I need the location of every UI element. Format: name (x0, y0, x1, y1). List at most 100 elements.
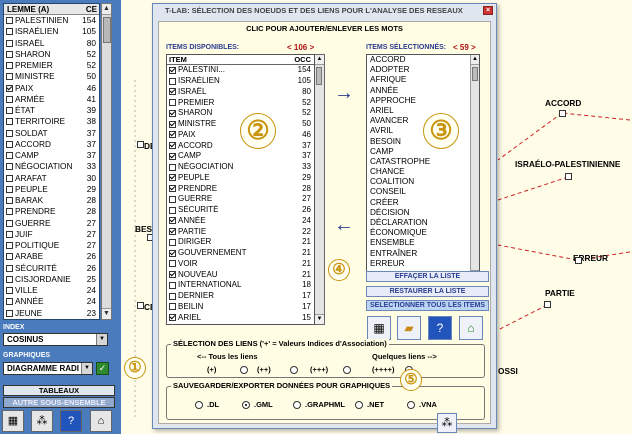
selected-scrollbar[interactable]: ▲ ▼ (470, 55, 479, 280)
item-checkbox[interactable] (169, 77, 176, 85)
selected-item[interactable]: ENSEMBLE (367, 238, 479, 248)
item-row[interactable]: DIRIGER 21 (167, 237, 314, 248)
item-checkbox[interactable] (169, 271, 176, 279)
export-option-radio[interactable] (242, 401, 250, 409)
item-row[interactable]: ARIEL 15 (167, 312, 314, 323)
selected-item[interactable]: COALITION (367, 177, 479, 187)
link-option-radio[interactable] (343, 366, 351, 374)
node-accord[interactable] (559, 110, 566, 117)
item-row[interactable]: ACCORD 37 (167, 140, 314, 151)
item-row[interactable]: ANNÉE 24 (167, 216, 314, 227)
item-checkbox[interactable] (169, 249, 176, 257)
export-option-radio[interactable] (293, 401, 301, 409)
selected-item[interactable]: ENTRAÎNER (367, 249, 479, 259)
item-row[interactable]: CAMP 37 (167, 151, 314, 162)
item-checkbox[interactable] (169, 163, 176, 171)
item-row[interactable]: SÉCURITÉ 26 (167, 205, 314, 216)
item-checkbox[interactable] (169, 88, 176, 96)
node-ce[interactable] (137, 302, 144, 309)
selected-item[interactable]: AFRIQUE (367, 75, 479, 85)
selected-item[interactable]: DÉCISION (367, 208, 479, 218)
link-option-radio[interactable] (240, 366, 248, 374)
item-checkbox[interactable] (169, 303, 176, 311)
item-checkbox[interactable] (169, 142, 176, 150)
item-checkbox[interactable] (169, 66, 176, 74)
item-row[interactable]: PALESTINI... 154 (167, 65, 314, 76)
selected-item[interactable]: CRÉER (367, 198, 479, 208)
item-row[interactable]: PARTIE 22 (167, 226, 314, 237)
item-checkbox[interactable] (169, 120, 176, 128)
selected-item[interactable]: CONSEIL (367, 187, 479, 197)
scroll-thumb[interactable] (316, 67, 322, 85)
node-de[interactable] (137, 141, 144, 148)
items-table-header: ITEM OCC (167, 55, 314, 65)
selected-item[interactable]: APPROCHE (367, 96, 479, 106)
header-item[interactable]: ITEM (167, 55, 286, 64)
node-israelo[interactable] (565, 173, 572, 180)
item-row[interactable]: GUERRE 27 (167, 194, 314, 205)
folder-icon[interactable]: ▰ (397, 316, 421, 340)
help-icon[interactable]: ? (428, 316, 452, 340)
item-checkbox[interactable] (169, 292, 176, 300)
home-icon[interactable]: ⌂ (459, 316, 483, 340)
selected-item[interactable]: ERREUR (367, 259, 479, 269)
item-row[interactable]: BEILIN 17 (167, 302, 314, 313)
selected-item[interactable]: CATASTROPHE (367, 157, 479, 167)
item-row[interactable]: INTERNATIONAL 18 (167, 280, 314, 291)
item-row[interactable]: PEUPLE 29 (167, 173, 314, 184)
scroll-up-arrow[interactable]: ▲ (315, 55, 324, 65)
items-scrollbar[interactable]: ▲ ▼ (315, 54, 325, 325)
item-checkbox[interactable] (169, 206, 176, 214)
item-checkbox[interactable] (169, 314, 176, 322)
item-row[interactable]: SHARON 52 (167, 108, 314, 119)
table-icon[interactable]: ▦ (367, 316, 391, 340)
selected-item[interactable]: DÉCLARATION (367, 218, 479, 228)
close-icon[interactable]: × (483, 6, 493, 15)
node-partie[interactable] (544, 301, 551, 308)
scroll-down-arrow[interactable]: ▼ (315, 314, 324, 324)
item-checkbox[interactable] (169, 217, 176, 225)
selected-item[interactable]: ADOPTER (367, 65, 479, 75)
item-checkbox[interactable] (169, 185, 176, 193)
item-row[interactable]: NOUVEAU 21 (167, 269, 314, 280)
header-occ[interactable]: OCC (286, 55, 314, 64)
selected-item[interactable]: ANNÉE (367, 86, 479, 96)
selected-item[interactable]: BESOIN (367, 137, 479, 147)
item-row[interactable]: PREMIER 52 (167, 97, 314, 108)
item-checkbox[interactable] (169, 99, 176, 107)
item-checkbox[interactable] (169, 195, 176, 203)
item-word: GUERRE (178, 194, 213, 204)
item-checkbox[interactable] (169, 260, 176, 268)
selected-item[interactable]: CHANCE (367, 167, 479, 177)
item-row[interactable]: GOUVERNEMENT 21 (167, 248, 314, 259)
item-checkbox[interactable] (169, 238, 176, 246)
item-row[interactable]: ISRAËL 80 (167, 87, 314, 98)
scroll-thumb[interactable] (472, 67, 478, 81)
export-option-radio[interactable] (407, 401, 415, 409)
item-checkbox[interactable] (169, 174, 176, 182)
link-option-label: (++) (257, 365, 271, 374)
item-checkbox[interactable] (169, 228, 176, 236)
selected-item[interactable]: ACCORD (367, 55, 479, 65)
export-graph-icon[interactable]: ⁂ (437, 413, 457, 433)
selected-item[interactable]: ARIEL (367, 106, 479, 116)
item-checkbox[interactable] (169, 281, 176, 289)
item-row[interactable]: PRENDRE 28 (167, 183, 314, 194)
node-erreur[interactable] (575, 257, 582, 264)
item-checkbox[interactable] (169, 152, 176, 160)
scroll-up-arrow[interactable]: ▲ (471, 55, 479, 65)
item-row[interactable]: NÉGOCIATION 33 (167, 162, 314, 173)
restore-list-button[interactable]: RESTAURER LA LISTE (366, 286, 489, 297)
item-checkbox[interactable] (169, 131, 176, 139)
item-row[interactable]: DERNIER 17 (167, 291, 314, 302)
export-option-radio[interactable] (355, 401, 363, 409)
link-option-radio[interactable] (290, 366, 298, 374)
item-row[interactable]: VOIR 21 (167, 259, 314, 270)
item-checkbox[interactable] (169, 109, 176, 117)
clear-list-button[interactable]: EFFAÇER LA LISTE (366, 271, 489, 282)
item-row[interactable]: ISRAÉLIEN 105 (167, 76, 314, 87)
export-option-radio[interactable] (195, 401, 203, 409)
selected-item[interactable]: CAMP (367, 147, 479, 157)
selected-item[interactable]: ÉCONOMIQUE (367, 228, 479, 238)
select-all-button[interactable]: SELECTIONNER TOUS LES ITEMS (366, 300, 489, 311)
